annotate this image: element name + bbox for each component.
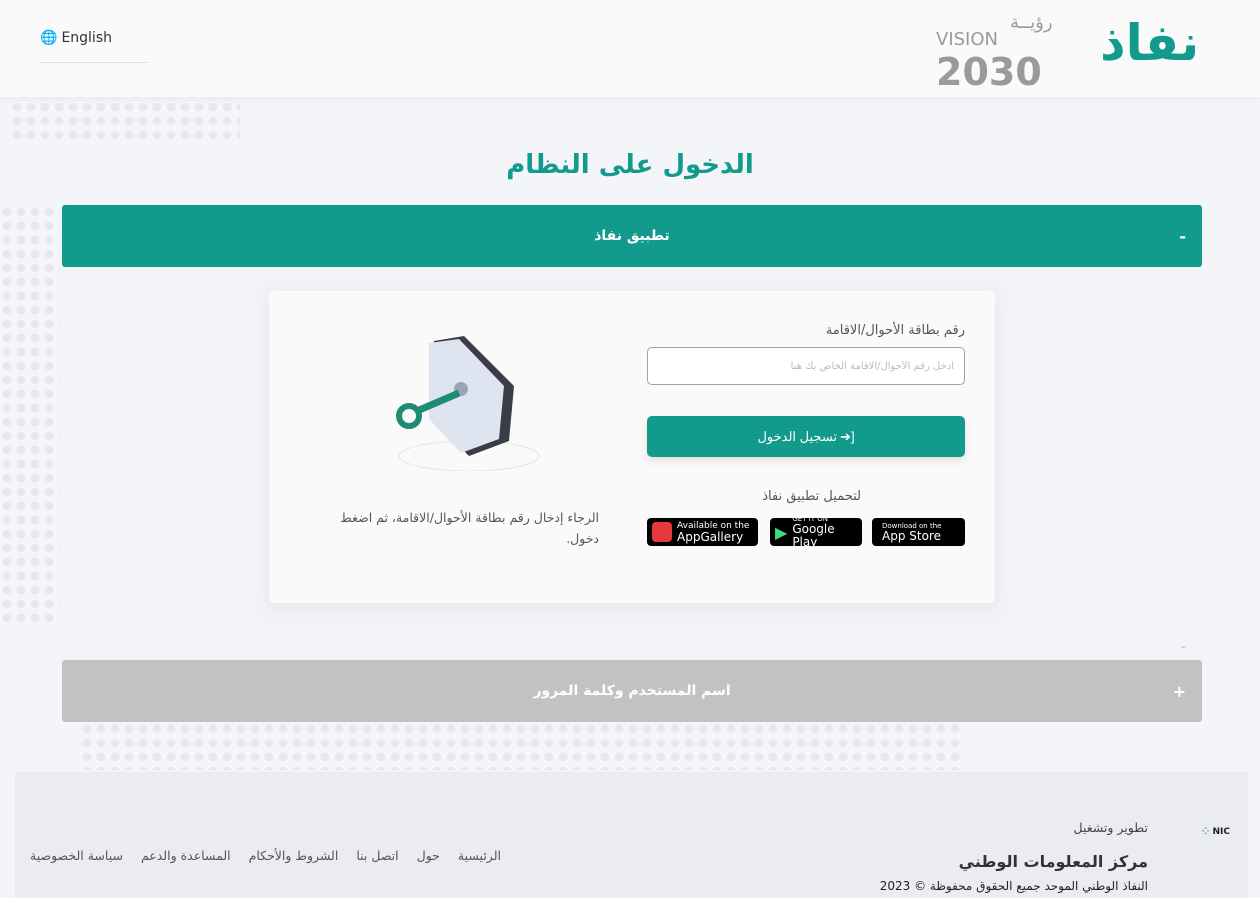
login-card: رقم بطاقة الأحوال/الاقامة [➔ تسجيل الدخو… xyxy=(269,291,995,603)
instructions-text: الرجاء إدخال رقم بطاقة الأحوال/الاقامة، … xyxy=(340,510,599,546)
nafath-logo: نفاذ xyxy=(1100,14,1200,72)
accordion-username-password[interactable]: اسم المستخدم وكلمة المرور + xyxy=(62,660,1202,722)
language-switch[interactable]: 🌐 English xyxy=(40,30,148,63)
store-big: AppGallery xyxy=(677,529,744,544)
accordion-nafath-app[interactable]: تطبيق نفاذ - xyxy=(62,205,1202,267)
footer-link-privacy[interactable]: سياسة الخصوصية xyxy=(30,848,123,863)
app-gallery-button[interactable]: Available on the AppGallery xyxy=(647,518,758,546)
footer-link-terms[interactable]: الشروط والأحكام xyxy=(249,848,339,863)
store-big: Google Play xyxy=(792,522,835,549)
footer-link-contact[interactable]: اتصل بنا xyxy=(356,848,398,863)
collapse-icon[interactable]: - xyxy=(1180,637,1186,656)
language-label: English xyxy=(61,30,112,46)
nic-logo: ⁘ NIC xyxy=(1201,827,1231,837)
google-play-button[interactable]: ▶ GET IT ON Google Play xyxy=(770,515,862,549)
login-label: تسجيل الدخول xyxy=(757,428,838,444)
page-title: الدخول على النظام xyxy=(506,150,754,180)
footer-link-home[interactable]: الرئيسية xyxy=(458,848,501,863)
dots-decoration xyxy=(0,205,60,625)
id-label: رقم بطاقة الأحوال/الاقامة xyxy=(825,323,965,338)
org-name: مركز المعلومات الوطني xyxy=(958,852,1148,871)
id-input[interactable] xyxy=(647,347,965,385)
google-play-icon: ▶ xyxy=(775,522,788,542)
login-button[interactable]: [➔ تسجيل الدخول xyxy=(647,416,965,457)
dots-decoration xyxy=(80,722,960,770)
copyright: النفاذ الوطني الموحد جميع الحقوق محفوظة … xyxy=(879,879,1148,893)
globe-icon: 🌐 xyxy=(40,30,58,46)
app-store-button[interactable]: Download on the App Store xyxy=(872,518,965,546)
nic-logo-text: NIC xyxy=(1212,827,1231,837)
expand-icon[interactable]: + xyxy=(1173,682,1186,701)
shield-key-illustration xyxy=(396,336,540,471)
collapse-icon[interactable]: - xyxy=(1179,227,1186,246)
dots-decoration xyxy=(10,100,240,140)
footer-links: الرئيسية حول اتصل بنا الشروط والأحكام ال… xyxy=(30,848,501,863)
vision-arabic: رؤيــة xyxy=(1010,12,1053,33)
header: 🌐 English VISION 2030 رؤيــة نفاذ xyxy=(0,0,1260,97)
footer: تطوير وتشغيل ⁘ NIC مركز المعلومات الوطني… xyxy=(15,772,1248,898)
store-small: Available on the xyxy=(677,520,750,531)
vision-2030-logo: VISION 2030 رؤيــة xyxy=(936,12,1071,92)
accordion-title: اسم المستخدم وكلمة المرور xyxy=(533,683,731,699)
download-label: لتحميل تطبيق نفاذ xyxy=(762,489,861,504)
login-icon: [➔ xyxy=(840,428,855,444)
store-big: App Store xyxy=(882,528,941,543)
accordion-title: تطبيق نفاذ xyxy=(594,228,670,244)
developed-by: تطوير وتشغيل xyxy=(1073,820,1148,835)
footer-link-help[interactable]: المساعدة والدعم xyxy=(141,848,231,863)
footer-link-about[interactable]: حول xyxy=(417,848,440,863)
huawei-icon xyxy=(652,522,672,542)
